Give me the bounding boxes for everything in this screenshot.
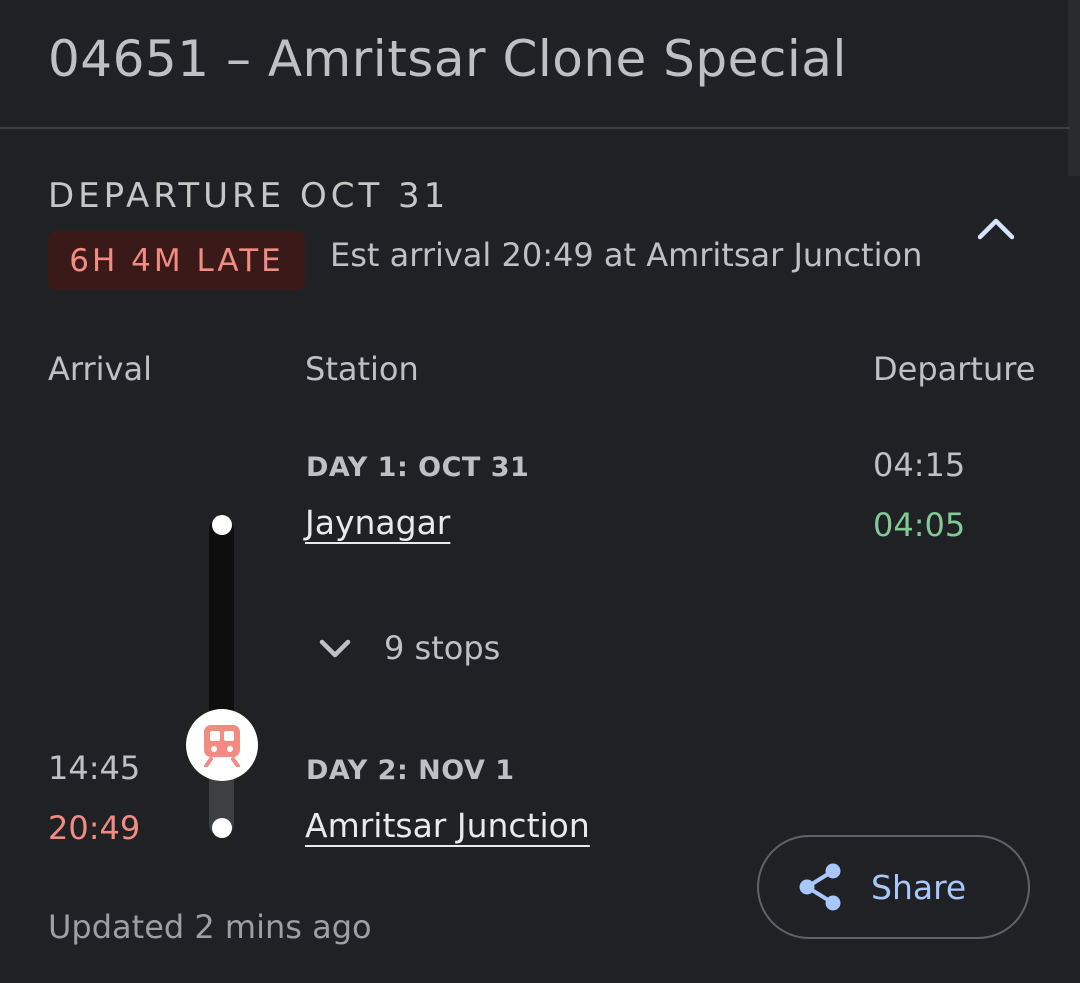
- late-status-badge: 6H 4M LATE: [48, 231, 305, 290]
- departure-scheduled-time: 04:15: [873, 446, 966, 484]
- share-button[interactable]: Share: [757, 835, 1030, 939]
- estimated-arrival-text: Est arrival 20:49 at Amritsar Junction: [330, 236, 923, 274]
- train-position-marker: [186, 709, 258, 781]
- collapse-button[interactable]: [970, 206, 1022, 250]
- departure-date-label: DEPARTURE OCT 31: [48, 176, 450, 216]
- late-status-text: 6H 4M LATE: [69, 242, 284, 279]
- arrival-scheduled-time: 14:45: [48, 749, 141, 787]
- station-link-jaynagar[interactable]: Jaynagar: [305, 503, 450, 542]
- origin-stop-dot: [212, 515, 232, 535]
- page-title: 04651 – Amritsar Clone Special: [48, 30, 847, 88]
- stop-day-label: DAY 1: OCT 31: [306, 452, 530, 483]
- share-button-label: Share: [871, 867, 967, 907]
- station-column-header: Station: [305, 350, 419, 388]
- station-link-amritsar-junction[interactable]: Amritsar Junction: [305, 806, 590, 845]
- intermediate-stops-label: 9 stops: [384, 629, 501, 667]
- chevron-down-icon: [319, 639, 351, 658]
- departure-actual-time: 04:05: [873, 506, 966, 544]
- share-icon: [799, 863, 841, 911]
- scrollbar[interactable]: [1068, 0, 1080, 176]
- last-updated-text: Updated 2 mins ago: [48, 908, 372, 946]
- arrival-column-header: Arrival: [48, 350, 152, 388]
- destination-stop-dot: [212, 818, 232, 838]
- chevron-up-icon: [977, 218, 1015, 240]
- departure-column-header: Departure: [873, 350, 1036, 388]
- header-divider: [0, 127, 1070, 129]
- train-icon: [204, 725, 240, 767]
- stop-day-label: DAY 2: NOV 1: [306, 755, 515, 786]
- arrival-actual-time: 20:49: [48, 809, 141, 847]
- intermediate-stops-toggle[interactable]: 9 stops: [312, 620, 500, 676]
